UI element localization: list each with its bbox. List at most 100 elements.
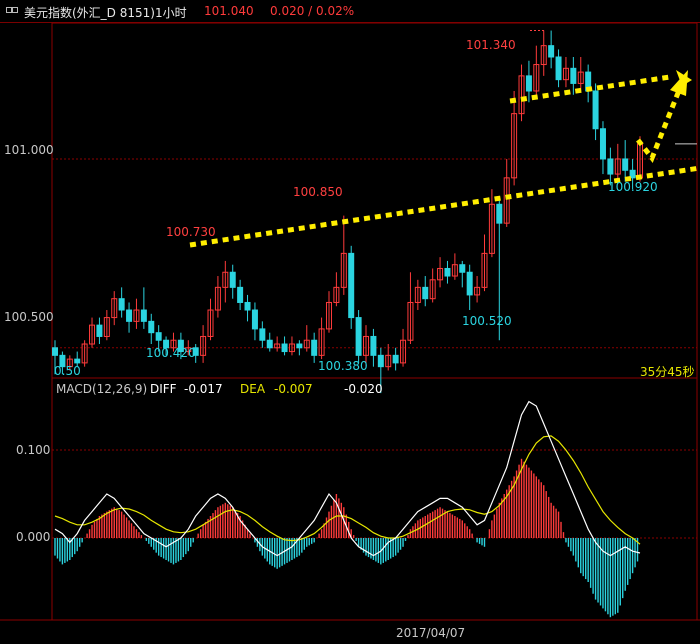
high-annotation: 101.340 — [466, 38, 516, 52]
candle — [96, 317, 103, 345]
candle — [237, 279, 244, 311]
candle — [148, 313, 155, 345]
forecast-path — [636, 87, 683, 163]
candle — [614, 143, 621, 182]
candle-body — [422, 286, 429, 300]
peak-annotation-1: 100.850 — [293, 185, 343, 199]
low-annotation-1: 100.420 — [146, 346, 196, 360]
price-tick-100-5: 100.500 — [4, 310, 54, 324]
candle-body — [555, 56, 562, 81]
candle — [355, 310, 362, 363]
candle-body — [444, 267, 451, 277]
candle-body — [118, 298, 125, 311]
candle — [437, 257, 444, 288]
candle-body — [96, 324, 103, 337]
candle — [555, 49, 562, 88]
candle-body — [237, 286, 244, 303]
candle — [525, 60, 532, 103]
candle — [274, 336, 281, 352]
candle-body — [622, 158, 629, 171]
candle-body — [607, 158, 614, 175]
candle — [548, 30, 555, 69]
candle — [488, 189, 495, 258]
macd-tick-0-1: 0.100 — [16, 443, 51, 457]
candle — [459, 260, 466, 288]
candle — [585, 64, 592, 103]
candle — [214, 276, 221, 318]
candle — [303, 325, 310, 352]
candle-body — [496, 203, 503, 224]
candle — [296, 340, 303, 356]
candle-body — [548, 45, 555, 58]
candle-body — [355, 317, 362, 356]
candle — [503, 158, 510, 227]
candle-body — [459, 264, 466, 273]
candle — [111, 291, 118, 326]
candle-body — [126, 309, 133, 322]
candle-body — [251, 309, 258, 330]
candle-body — [466, 271, 473, 296]
low-annotation-2: 100.380 — [318, 359, 368, 373]
price-chart[interactable] — [0, 0, 700, 644]
candle — [444, 260, 451, 284]
candle — [518, 64, 525, 122]
candle-body — [296, 343, 303, 349]
candle — [81, 340, 88, 367]
macd-tick-0: 0.000 — [16, 530, 51, 544]
candle — [340, 215, 347, 295]
candle — [133, 298, 140, 329]
candle-body — [629, 169, 636, 179]
candle — [118, 287, 125, 318]
bar-countdown: 35分45秒 — [640, 365, 695, 379]
candle — [451, 253, 458, 280]
candle — [251, 302, 258, 341]
candle-body — [525, 75, 532, 92]
candle — [259, 321, 266, 348]
macd-value: -0.020 — [344, 382, 383, 396]
dea-label: DEA — [240, 382, 266, 396]
candle — [562, 56, 569, 88]
candle-body — [348, 252, 355, 319]
candle — [511, 90, 518, 186]
candle — [266, 332, 273, 352]
candle — [622, 140, 629, 182]
candle — [281, 336, 288, 356]
candle — [466, 264, 473, 311]
low-annotation-4: 100.920 — [608, 180, 658, 194]
candle-body — [259, 328, 266, 341]
candle — [429, 268, 436, 303]
low-annotation-3: 100.520 — [462, 314, 512, 328]
candle-body — [311, 339, 318, 356]
candle-body — [140, 309, 147, 322]
macd-name: MACD(12,26,9) — [56, 382, 148, 396]
candle-body — [281, 343, 288, 353]
peak-annotation-0: 100.730 — [166, 225, 216, 239]
candle — [229, 264, 236, 299]
candle-body — [370, 335, 377, 356]
candle — [288, 336, 295, 356]
candle-body — [377, 354, 384, 368]
price-tick-101: 101.000 — [4, 143, 54, 157]
diff-line — [54, 400, 641, 557]
candle-body — [392, 354, 399, 364]
diff-value: -0.017 — [184, 382, 223, 396]
candle — [370, 328, 377, 367]
candle — [540, 30, 547, 76]
candle — [325, 291, 332, 333]
candle — [244, 294, 251, 322]
candle — [103, 310, 110, 341]
candle — [577, 56, 584, 91]
candle-body — [570, 67, 577, 84]
candle — [222, 260, 229, 303]
candle — [533, 45, 540, 99]
candle — [422, 276, 429, 307]
candle-body — [592, 90, 599, 130]
candle-body — [155, 332, 162, 341]
candle-body — [74, 358, 81, 364]
diff-label: DIFF — [150, 382, 177, 396]
candle — [481, 234, 488, 292]
footer-date: 2017/04/07 — [396, 626, 466, 640]
candle — [474, 276, 481, 303]
candle — [140, 287, 147, 329]
candle — [407, 272, 414, 345]
